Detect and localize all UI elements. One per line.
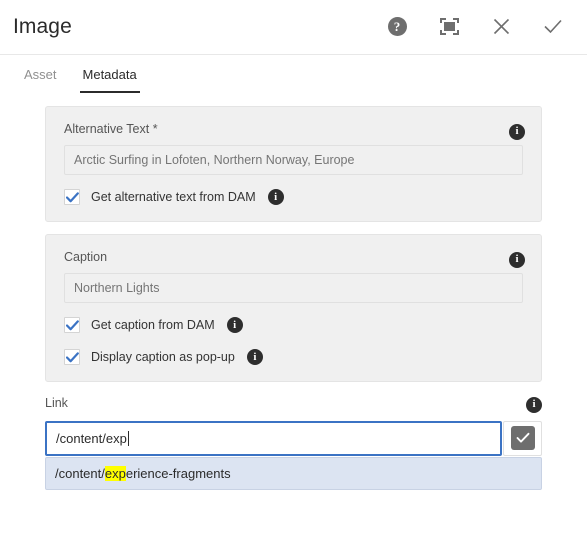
link-input-value: /content/exp <box>56 430 127 446</box>
close-icon <box>493 18 509 35</box>
get-caption-from-dam-label: Get caption from DAM <box>91 318 215 332</box>
get-alt-text-from-dam-checkbox[interactable] <box>64 189 80 205</box>
info-icon: i <box>226 317 243 333</box>
text-caret <box>127 430 129 446</box>
confirm-button[interactable] <box>527 0 579 54</box>
suggestion-match-highlight: exp <box>104 465 126 481</box>
display-caption-popup-row[interactable]: Display caption as pop-up i <box>64 349 523 365</box>
header-actions: ? <box>371 0 579 53</box>
caption-label: Caption <box>64 250 108 264</box>
get-alt-text-from-dam-row[interactable]: Get alternative text from DAM i <box>64 189 523 205</box>
info-icon: i <box>246 349 263 365</box>
link-input-row: /content/exp <box>45 420 542 456</box>
caption-info-button[interactable]: i <box>509 249 525 268</box>
display-caption-popup-info-button[interactable]: i <box>246 349 263 365</box>
dialog-header: Image ? <box>0 0 587 55</box>
checkmark-icon <box>65 191 79 202</box>
display-caption-popup-checkbox[interactable] <box>64 349 80 365</box>
dialog-body: Alternative Text * i Get alternative tex… <box>0 97 587 490</box>
info-icon: i <box>526 396 542 413</box>
link-section: Link i /content/exp <box>45 394 542 456</box>
alternative-text-info-button[interactable]: i <box>509 121 525 140</box>
link-suggestions-dropdown: /content/exp erience-fragments <box>45 456 542 490</box>
get-caption-from-dam-info-button[interactable]: i <box>226 317 243 333</box>
tab-bar: Asset Metadata <box>0 55 587 97</box>
help-icon: ? <box>387 17 407 36</box>
checkmark-icon <box>65 351 79 362</box>
get-caption-from-dam-row[interactable]: Get caption from DAM i <box>64 317 523 333</box>
link-path-picker-button[interactable] <box>503 420 542 456</box>
display-caption-popup-label: Display caption as pop-up <box>91 350 235 364</box>
link-picker-icon-box <box>510 426 535 450</box>
tab-metadata[interactable]: Metadata <box>70 67 150 93</box>
alternative-text-group: Alternative Text * i Get alternative tex… <box>45 106 542 222</box>
checkmark-icon <box>65 319 79 330</box>
get-caption-from-dam-checkbox[interactable] <box>64 317 80 333</box>
link-input[interactable]: /content/exp <box>45 420 502 456</box>
info-icon: i <box>509 123 525 140</box>
link-label: Link <box>45 396 68 411</box>
alternative-text-input[interactable] <box>64 145 523 175</box>
help-button[interactable]: ? <box>371 0 423 54</box>
fullscreen-icon <box>439 18 459 35</box>
alternative-text-label: Alternative Text * <box>64 122 158 136</box>
get-alt-text-from-dam-info-button[interactable]: i <box>267 189 284 205</box>
checkmark-icon <box>516 432 529 443</box>
suggestion-suffix: erience-fragments <box>125 465 231 481</box>
page-title: Image <box>13 15 72 38</box>
caption-input[interactable] <box>64 273 523 303</box>
caption-group: Caption i Get caption from DAM i Display… <box>45 234 542 382</box>
fullscreen-button[interactable] <box>423 0 475 54</box>
close-button[interactable] <box>475 0 527 54</box>
link-label-row: Link i <box>45 394 542 413</box>
info-icon: i <box>267 189 284 205</box>
confirm-icon <box>544 19 562 34</box>
info-icon: i <box>509 251 525 268</box>
link-info-button[interactable]: i <box>526 394 542 413</box>
link-suggestion-item[interactable]: /content/exp erience-fragments <box>46 458 541 489</box>
suggestion-prefix: /content/ <box>55 465 105 481</box>
tab-asset[interactable]: Asset <box>11 67 70 93</box>
get-alt-text-from-dam-label: Get alternative text from DAM <box>91 190 256 204</box>
